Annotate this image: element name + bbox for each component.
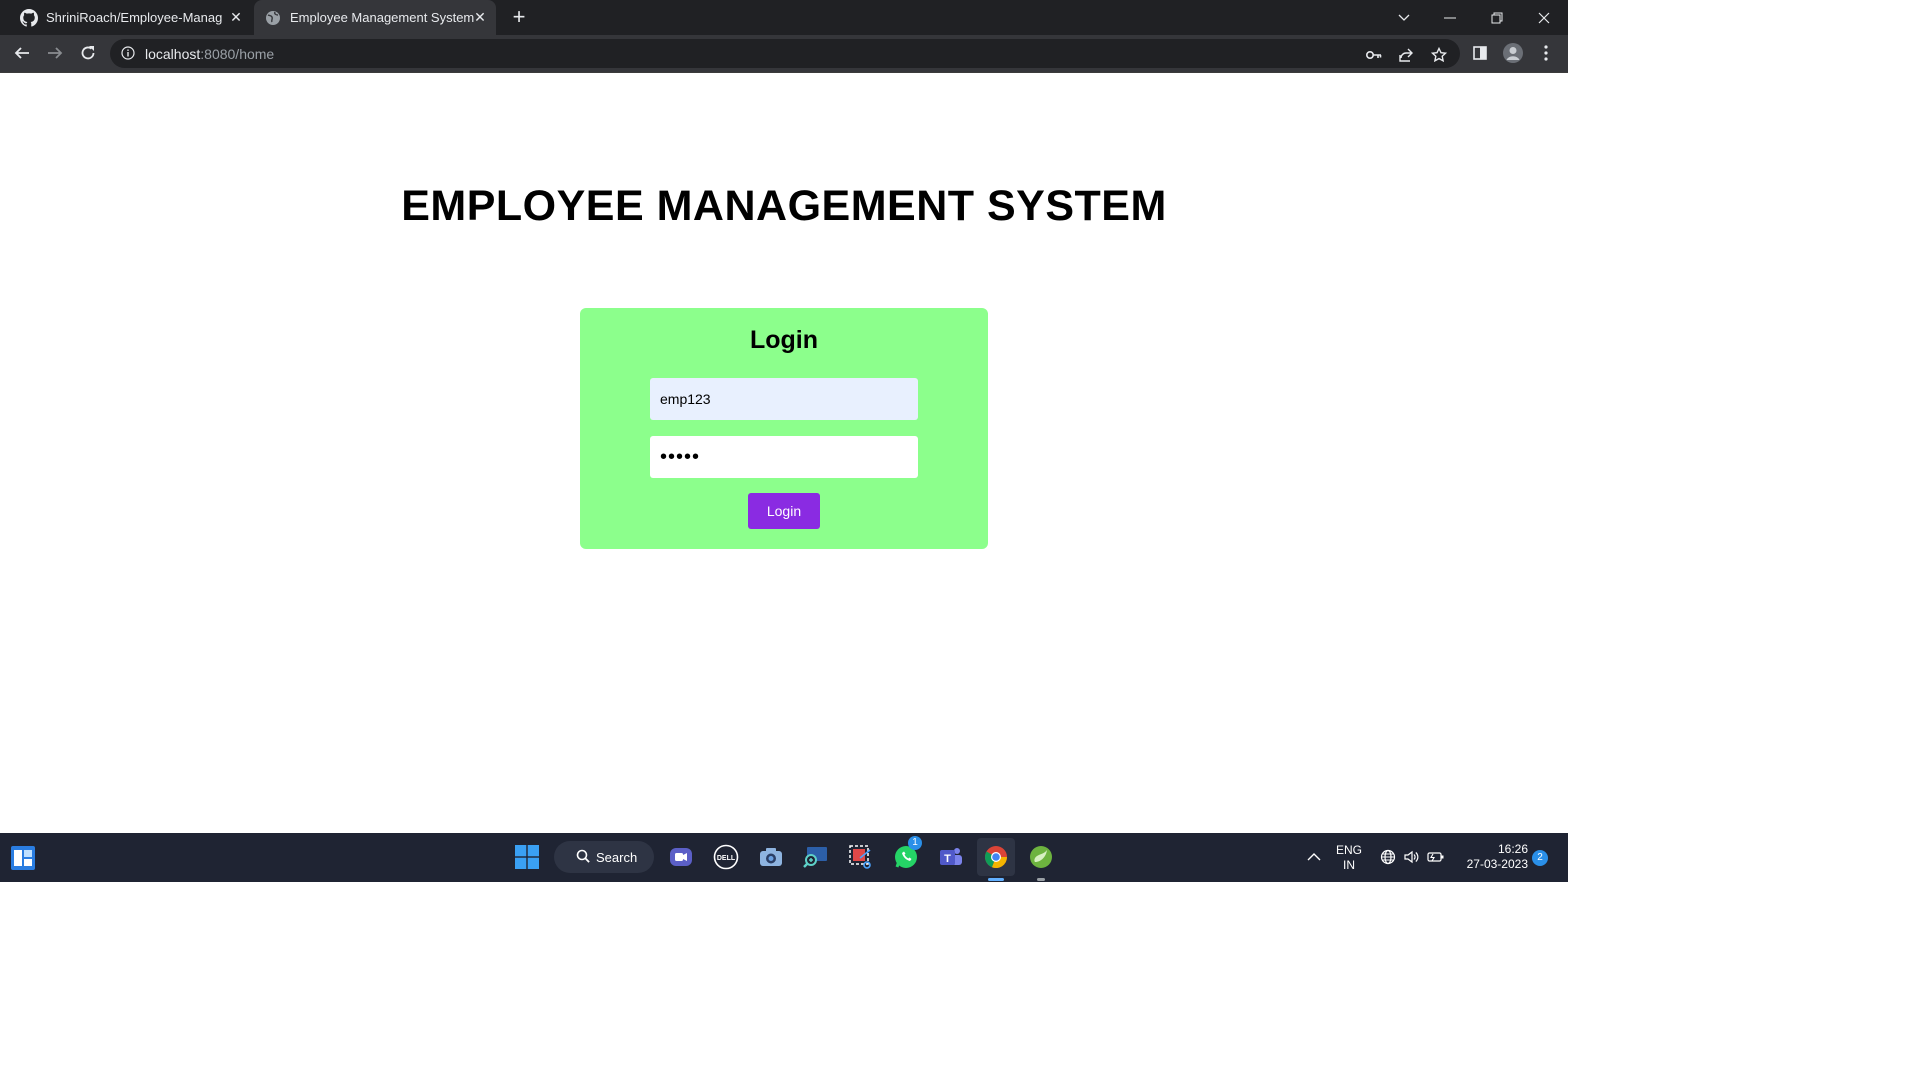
bookmark-star-icon[interactable] bbox=[1430, 46, 1448, 64]
windows-start-icon[interactable] bbox=[512, 842, 542, 872]
svg-text:DELL: DELL bbox=[717, 855, 736, 862]
tab-search-chevron-icon[interactable] bbox=[1381, 0, 1427, 35]
spring-tool-suite-icon[interactable] bbox=[1026, 842, 1056, 872]
reload-icon[interactable] bbox=[77, 42, 99, 64]
camera-icon[interactable] bbox=[756, 842, 786, 872]
profile-avatar[interactable] bbox=[1502, 42, 1524, 64]
url-path: :8080/home bbox=[200, 46, 275, 62]
svg-text:T: T bbox=[944, 853, 951, 865]
whatsapp-icon[interactable]: 1 bbox=[891, 836, 922, 872]
search-label: Search bbox=[596, 849, 638, 865]
battery-icon[interactable] bbox=[1421, 842, 1451, 872]
whatsapp-badge: 1 bbox=[908, 836, 922, 850]
meet-video-icon[interactable] bbox=[666, 842, 696, 872]
show-hidden-icons-chevron[interactable] bbox=[1299, 842, 1329, 872]
tab-github[interactable]: ShriniRoach/Employee-Managem ✕ bbox=[10, 0, 252, 35]
language-indicator[interactable]: ENG IN bbox=[1332, 843, 1366, 873]
browser-tab-strip: ShriniRoach/Employee-Managem ✕ Employee … bbox=[0, 0, 1568, 35]
share-icon[interactable] bbox=[1397, 46, 1415, 64]
clock-date: 27-03-2023 bbox=[1466, 857, 1528, 871]
info-icon[interactable] bbox=[121, 46, 135, 60]
tab-close-icon[interactable]: ✕ bbox=[228, 9, 244, 25]
page-title: EMPLOYEE MANAGEMENT SYSTEM bbox=[401, 182, 1167, 230]
restore-icon[interactable] bbox=[1474, 0, 1520, 35]
taskbar: Search DELL 1 T ENG IN 16:26 27-03-2023 … bbox=[0, 833, 1568, 882]
url-text: localhost:8080/home bbox=[145, 46, 274, 62]
side-panel-icon[interactable] bbox=[1469, 42, 1491, 64]
password-field[interactable] bbox=[650, 436, 918, 478]
minimize-icon[interactable] bbox=[1427, 0, 1473, 35]
forward-arrow-icon[interactable] bbox=[44, 42, 66, 64]
dell-icon[interactable]: DELL bbox=[711, 842, 741, 872]
clock[interactable]: 16:26 27-03-2023 bbox=[1458, 842, 1528, 872]
globe-icon bbox=[264, 9, 282, 27]
chrome-active-indicator bbox=[988, 878, 1004, 881]
github-icon bbox=[20, 8, 38, 27]
taskbar-search[interactable]: Search bbox=[554, 841, 654, 873]
address-bar[interactable]: localhost:8080/home bbox=[110, 39, 1460, 68]
magnifier-app-icon[interactable] bbox=[801, 842, 831, 872]
clock-time: 16:26 bbox=[1497, 842, 1528, 856]
close-window-icon[interactable] bbox=[1521, 0, 1567, 35]
username-field[interactable] bbox=[650, 378, 918, 420]
notification-count-badge[interactable]: 2 bbox=[1532, 850, 1548, 866]
more-menu-icon[interactable] bbox=[1535, 42, 1557, 64]
widgets-icon[interactable] bbox=[8, 843, 38, 873]
url-host: localhost bbox=[145, 46, 201, 62]
language-line2: IN bbox=[1343, 858, 1355, 872]
new-tab-plus-icon[interactable]: + bbox=[508, 6, 530, 28]
tab-title: ShriniRoach/Employee-Managem bbox=[46, 10, 222, 25]
chrome-icon[interactable] bbox=[977, 838, 1015, 876]
spring-running-indicator bbox=[1037, 878, 1045, 881]
search-icon bbox=[576, 849, 590, 866]
tab-close-icon[interactable]: ✕ bbox=[472, 9, 488, 25]
login-card: Login Login bbox=[580, 308, 988, 549]
teams-icon[interactable]: T bbox=[936, 842, 966, 872]
key-icon[interactable] bbox=[1365, 46, 1383, 64]
snipping-tool-icon[interactable] bbox=[846, 842, 876, 872]
login-button[interactable]: Login bbox=[748, 493, 820, 529]
tab-employee-management[interactable]: Employee Management System ✕ bbox=[254, 0, 496, 35]
back-arrow-icon[interactable] bbox=[11, 42, 33, 64]
browser-toolbar: localhost:8080/home bbox=[0, 35, 1568, 73]
language-line1: ENG bbox=[1335, 843, 1362, 857]
login-heading: Login bbox=[749, 326, 819, 354]
tab-title: Employee Management System bbox=[290, 10, 475, 25]
